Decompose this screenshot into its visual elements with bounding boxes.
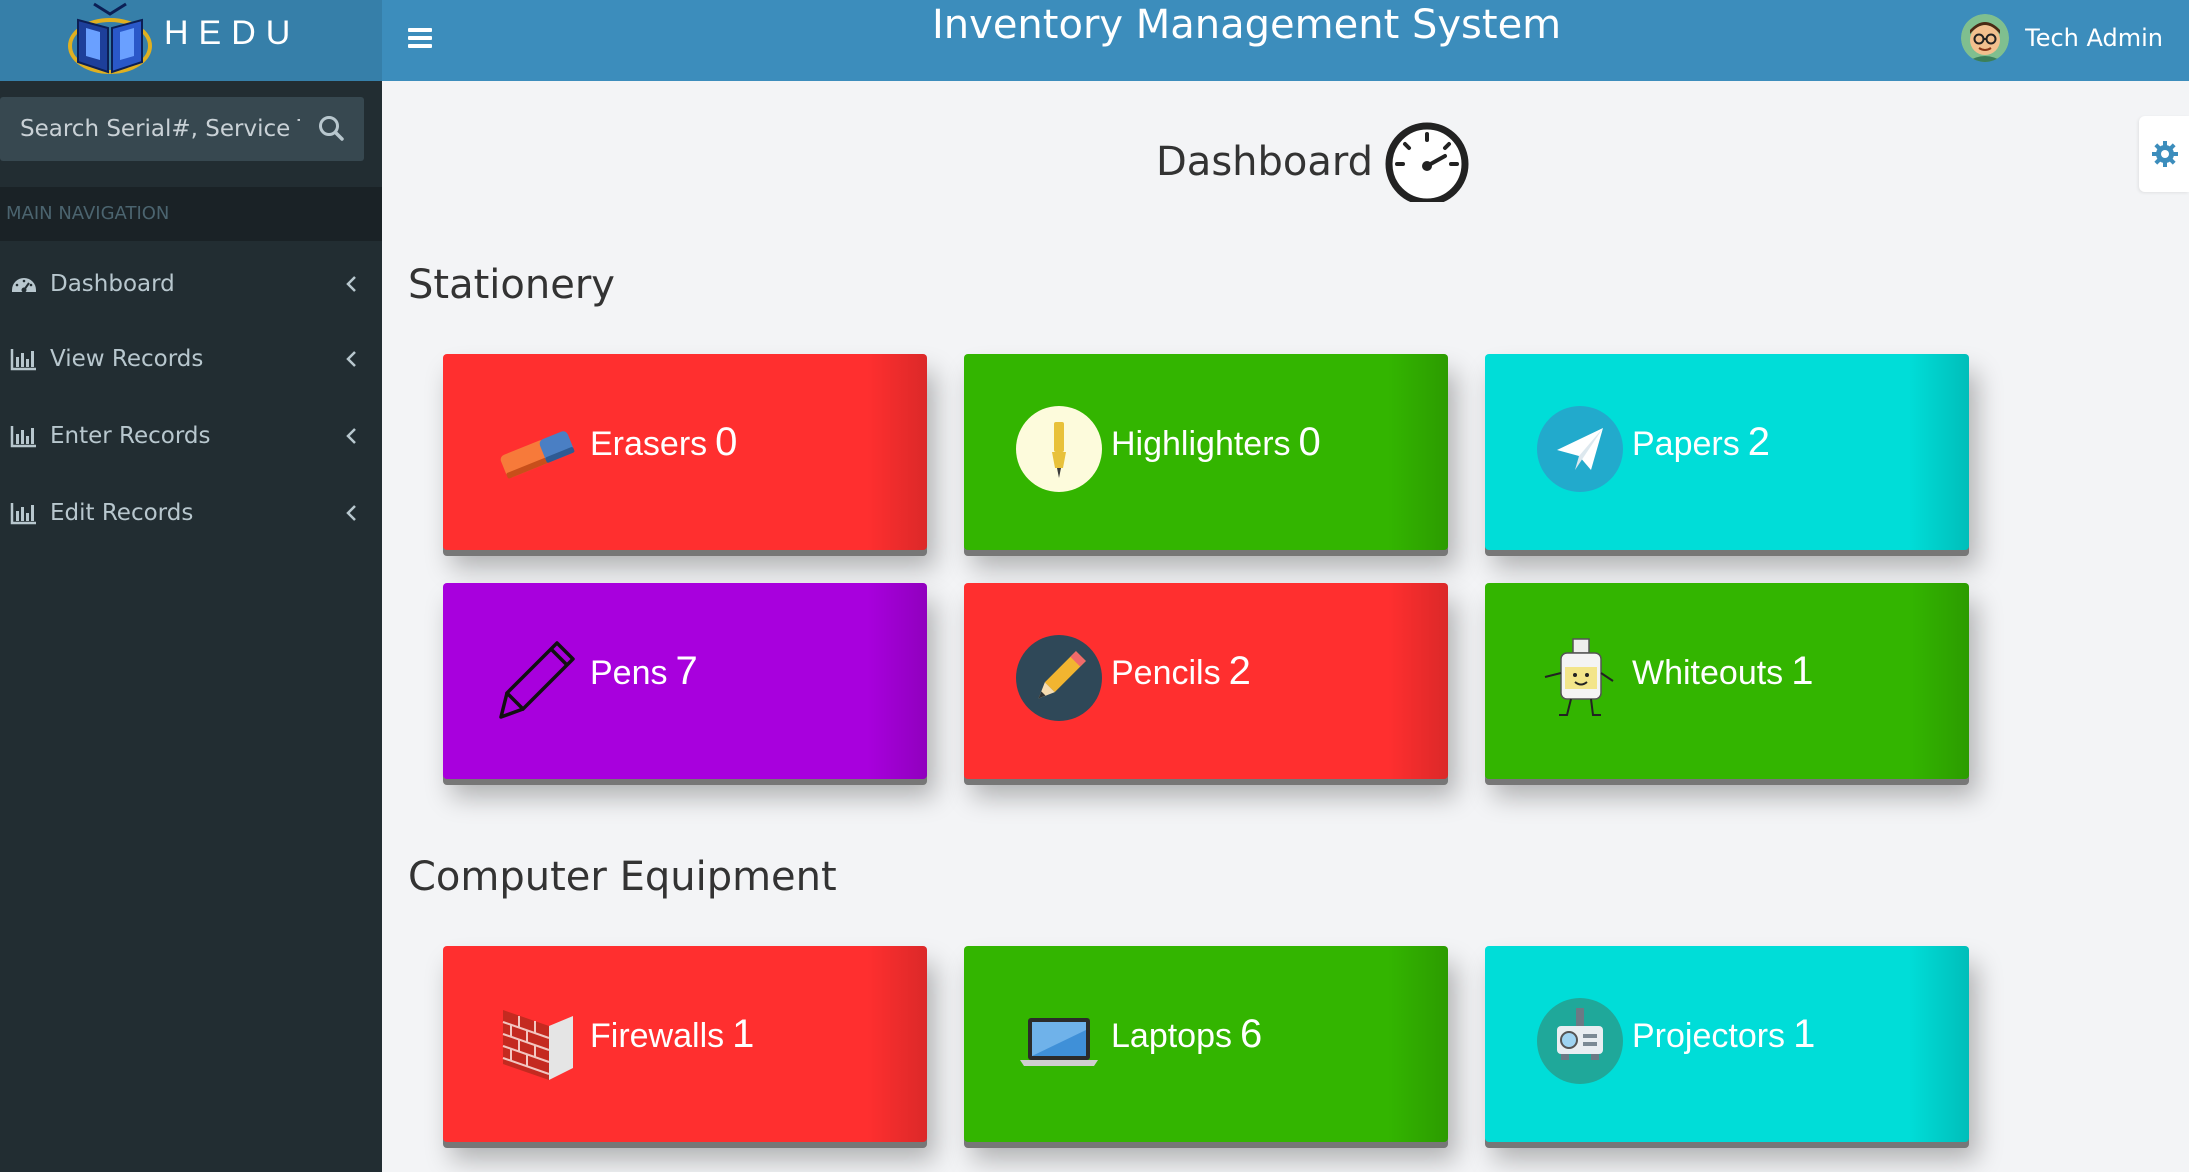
laptop-icon — [1020, 1018, 1098, 1066]
sidebar-item-label: Enter Records — [50, 423, 211, 449]
user-name: Tech Admin — [2025, 24, 2163, 52]
search-input[interactable] — [0, 97, 300, 161]
tile-pens[interactable]: Pens 7 — [443, 583, 927, 779]
sidebar-item-view-records[interactable]: View Records — [0, 324, 382, 394]
tile-projectors[interactable]: Projectors 1 — [1485, 946, 1969, 1142]
eraser-icon — [500, 431, 575, 479]
speedometer-icon — [1385, 122, 1469, 202]
projector-icon — [1537, 998, 1623, 1084]
whiteout-icon — [1544, 638, 1614, 716]
nav-header: MAIN NAVIGATION — [0, 187, 382, 241]
paper-plane-icon — [1537, 406, 1623, 492]
tile-label: Pens 7 — [590, 649, 698, 693]
bar-chart-icon — [10, 349, 36, 371]
pen-icon — [499, 641, 575, 719]
tile-label: Papers 2 — [1632, 420, 1770, 464]
tile-label: Erasers 0 — [590, 420, 738, 464]
tile-whiteouts[interactable]: Whiteouts 1 — [1485, 583, 1969, 779]
tile-count: 1 — [1793, 1012, 1816, 1056]
section-title-computer-equipment: Computer Equipment — [408, 854, 837, 900]
sidebar-search — [0, 97, 364, 161]
app-title: Inventory Management System — [932, 2, 1562, 48]
tile-label: Firewalls 1 — [590, 1012, 755, 1056]
sidebar-item-dashboard[interactable]: Dashboard — [0, 249, 382, 319]
top-navbar: Inventory Management System Tech Admin — [382, 0, 2189, 81]
tile-count: 2 — [1747, 420, 1770, 464]
section-title-stationery: Stationery — [408, 262, 615, 308]
sidebar-item-label: Dashboard — [50, 271, 175, 297]
sidebar-item-label: View Records — [50, 346, 204, 372]
user-menu[interactable]: Tech Admin — [1961, 14, 2163, 62]
firewall-icon — [502, 1010, 573, 1080]
brand-logo-area[interactable]: HEDU — [0, 0, 382, 81]
sidebar: MAIN NAVIGATION Dashboard View Records E… — [0, 81, 382, 1172]
tile-firewalls[interactable]: Firewalls 1 — [443, 946, 927, 1142]
search-icon[interactable] — [314, 111, 350, 147]
chevron-left-icon — [346, 351, 356, 367]
tile-count: 0 — [715, 420, 738, 464]
pencil-icon — [1016, 635, 1102, 721]
tile-highlighters[interactable]: Highlighters 0 — [964, 354, 1448, 550]
tile-label: Projectors 1 — [1632, 1012, 1816, 1056]
sidebar-toggle-button[interactable] — [408, 24, 440, 56]
chevron-left-icon — [346, 276, 356, 292]
tile-label: Highlighters 0 — [1111, 420, 1321, 464]
chevron-left-icon — [346, 505, 356, 521]
sidebar-item-label: Edit Records — [50, 500, 194, 526]
sidebar-item-enter-records[interactable]: Enter Records — [0, 401, 382, 471]
tile-papers[interactable]: Papers 2 — [1485, 354, 1969, 550]
tile-label: Laptops 6 — [1111, 1012, 1263, 1056]
hedu-logo-icon — [68, 2, 152, 74]
tile-label: Pencils 2 — [1111, 649, 1251, 693]
page-header: Dashboard — [1156, 122, 1471, 202]
tile-label: Whiteouts 1 — [1632, 649, 1814, 693]
dashboard-icon — [12, 278, 36, 293]
tile-pencils[interactable]: Pencils 2 — [964, 583, 1448, 779]
tile-count: 1 — [1791, 649, 1814, 693]
highlighter-icon — [1016, 406, 1102, 492]
page-title: Dashboard — [1156, 139, 1374, 185]
tile-count: 1 — [732, 1012, 755, 1056]
bar-chart-icon — [10, 426, 36, 448]
chevron-left-icon — [346, 428, 356, 444]
tile-erasers[interactable]: Erasers 0 — [443, 354, 927, 550]
gear-icon — [2152, 141, 2178, 167]
tile-count: 2 — [1228, 649, 1251, 693]
settings-toggle-button[interactable] — [2139, 116, 2189, 192]
tile-laptops[interactable]: Laptops 6 — [964, 946, 1448, 1142]
tile-count: 7 — [675, 649, 698, 693]
user-avatar-icon — [1961, 14, 2010, 62]
sidebar-item-edit-records[interactable]: Edit Records — [0, 478, 382, 548]
tile-count: 6 — [1240, 1012, 1263, 1056]
tile-count: 0 — [1298, 420, 1321, 464]
brand-name: HEDU — [164, 14, 301, 52]
bar-chart-icon — [10, 503, 36, 525]
